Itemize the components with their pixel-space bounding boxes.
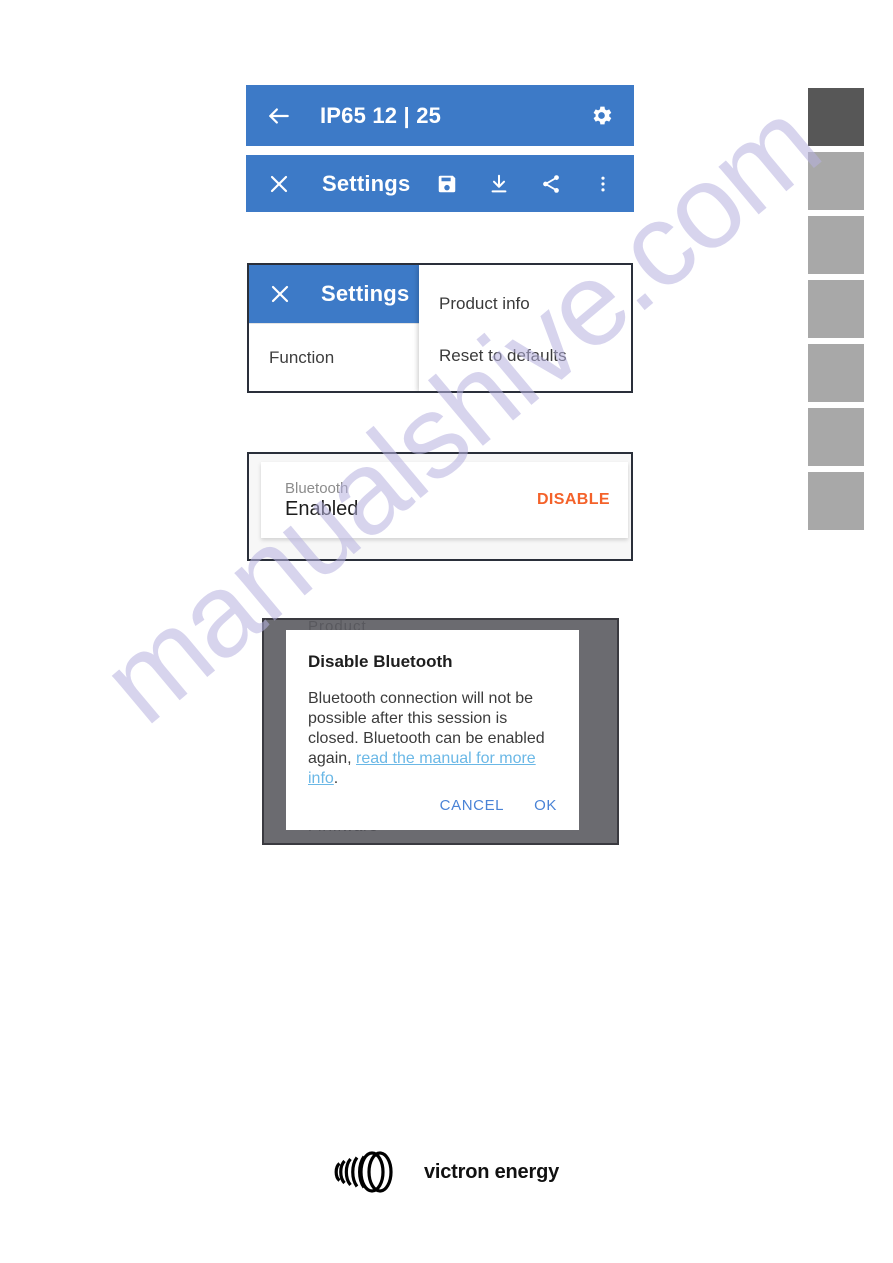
ok-button[interactable]: OK (534, 797, 557, 814)
side-tab-2[interactable] (808, 152, 864, 210)
gear-icon[interactable] (586, 101, 616, 131)
cancel-button[interactable]: CANCEL (440, 797, 504, 814)
victron-coil-logo (334, 1148, 410, 1196)
figure-app-bars: IP65 12 | 25 Settings (246, 85, 634, 212)
dialog-body: Bluetooth connection will not be possibl… (308, 689, 557, 789)
disable-bluetooth-dialog: Disable Bluetooth Bluetooth connection w… (286, 630, 579, 830)
share-icon[interactable] (536, 169, 566, 199)
side-tab-4[interactable] (808, 280, 864, 338)
figure-overflow-menu: Settings Function Product info Reset to … (247, 263, 633, 393)
settings-row-label: Function (269, 347, 335, 367)
figure-bluetooth-card: Bluetooth Enabled DISABLE (247, 452, 633, 561)
disable-button[interactable]: DISABLE (537, 491, 610, 509)
bluetooth-label: Bluetooth (285, 479, 349, 497)
side-tab-strip (808, 88, 864, 536)
arrow-left-icon[interactable] (264, 101, 294, 131)
menu-screenshot: Settings Function Product info Reset to … (249, 265, 631, 391)
side-tab-5[interactable] (808, 344, 864, 402)
bluetooth-texts: Bluetooth Enabled (285, 480, 358, 521)
download-icon[interactable] (484, 169, 514, 199)
side-tab-7[interactable] (808, 472, 864, 530)
popup-menu: Product info Reset to defaults (419, 265, 631, 391)
device-app-bar: IP65 12 | 25 (246, 85, 634, 146)
dialog-body-text-2: . (333, 770, 339, 787)
side-tab-1[interactable] (808, 88, 864, 146)
close-icon[interactable] (264, 169, 294, 199)
brand-name: victron energy (423, 1160, 560, 1183)
dialog-actions: CANCEL OK (440, 797, 557, 814)
menu-item-product-info[interactable]: Product info (419, 278, 631, 330)
manual-page: manualshive.com IP65 12 | 25 Settings Se… (0, 0, 893, 1263)
bluetooth-screenshot: Bluetooth Enabled DISABLE (249, 454, 631, 559)
bluetooth-setting-card[interactable]: Bluetooth Enabled DISABLE (261, 462, 628, 538)
save-icon[interactable] (432, 169, 462, 199)
close-icon[interactable] (265, 279, 295, 309)
settings-bar-actions (432, 169, 618, 199)
device-title: IP65 12 | 25 (320, 102, 442, 128)
menu-item-reset-to-defaults[interactable]: Reset to defaults (419, 330, 631, 382)
page-footer: victron energy (0, 1148, 893, 1196)
figure-disable-dialog: Product Firmware Disable Bluetooth Bluet… (262, 618, 619, 845)
side-tab-3[interactable] (808, 216, 864, 274)
settings-app-bar: Settings (246, 155, 634, 212)
settings-title: Settings (322, 170, 411, 196)
overflow-menu-icon[interactable] (588, 169, 618, 199)
dialog-title: Disable Bluetooth (308, 652, 453, 671)
menu-settings-title: Settings (321, 281, 410, 306)
bluetooth-value: Enabled (285, 497, 359, 520)
side-tab-6[interactable] (808, 408, 864, 466)
